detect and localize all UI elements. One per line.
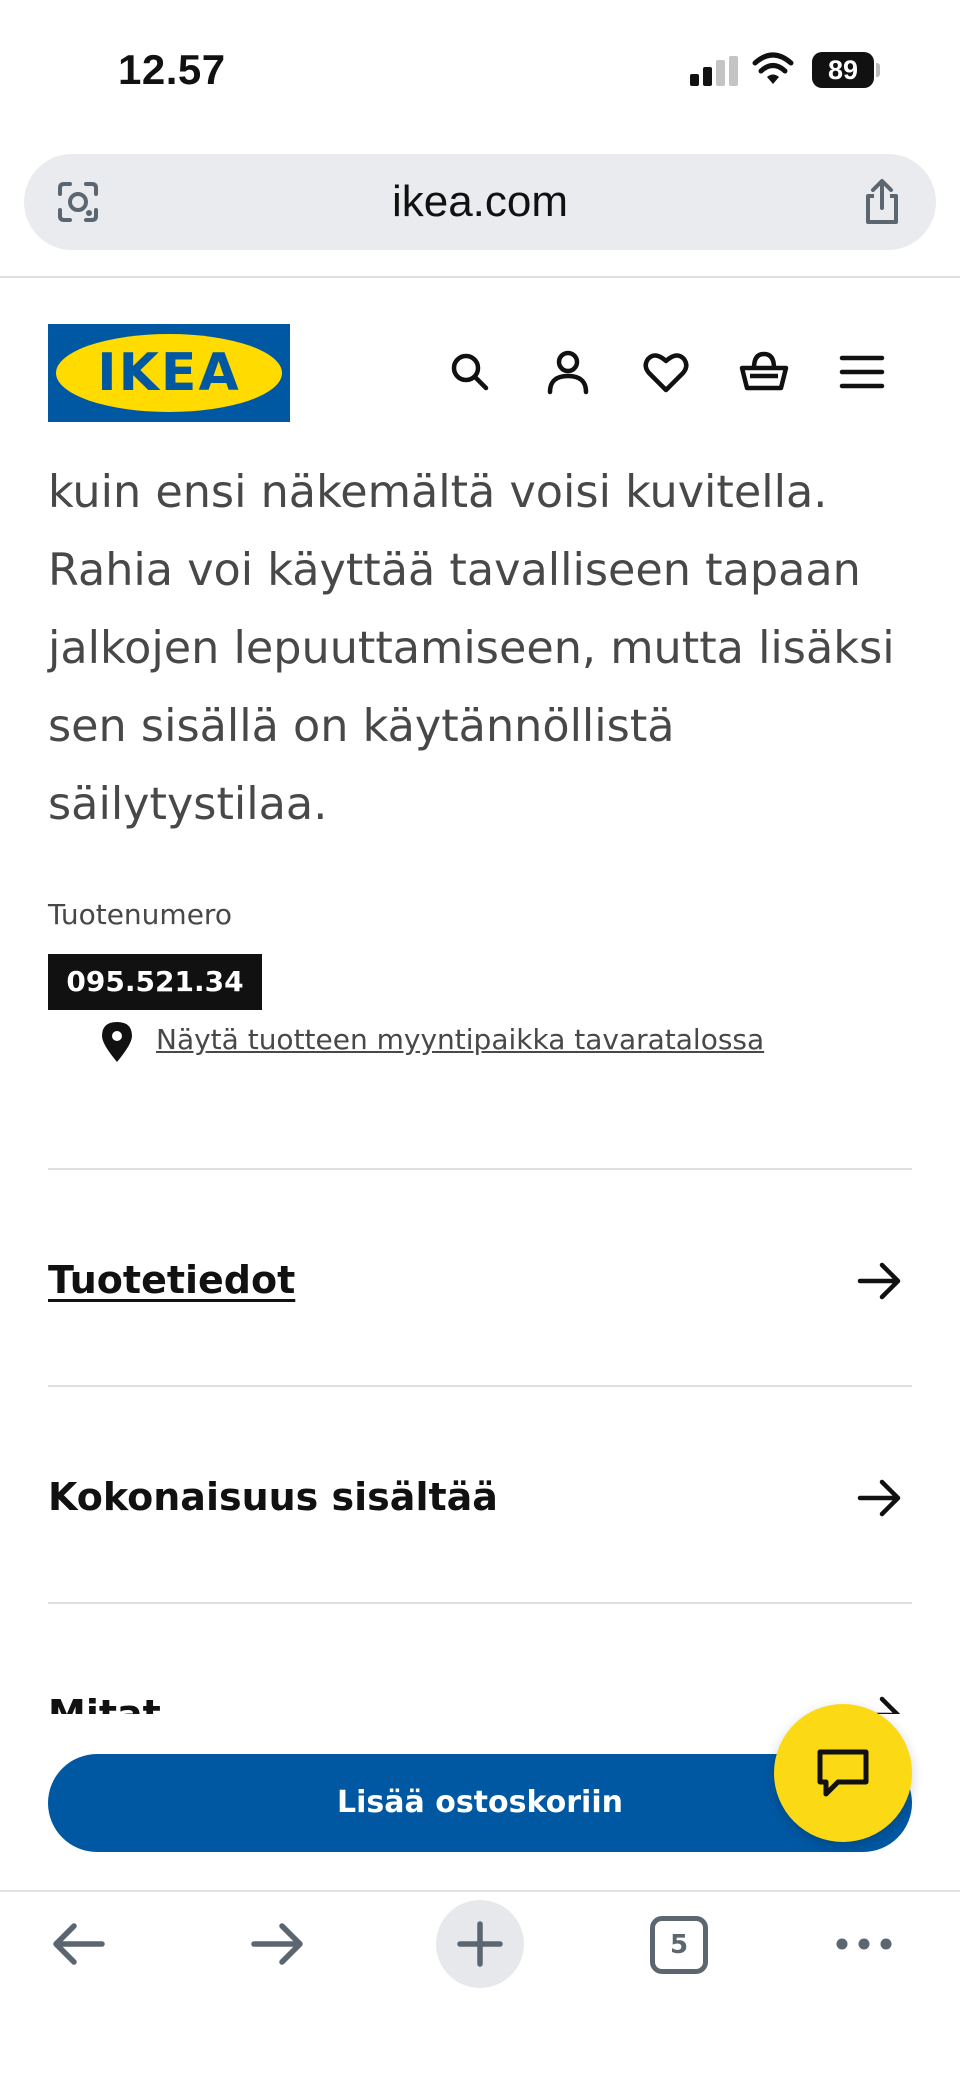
location-pin-icon [102,1022,132,1062]
accordion-label[interactable]: Mitat [48,1692,161,1714]
url-text[interactable]: ikea.com [24,154,936,250]
new-tab-button[interactable] [436,1900,524,1988]
browser-divider [0,276,960,278]
account-icon[interactable] [542,346,594,398]
product-number: 095.521.34 [48,954,262,1010]
address-bar[interactable]: ikea.com [24,154,936,250]
toolbar-divider [0,1890,960,1892]
plus-icon [457,1921,503,1967]
status-bar: 12.57 89 [0,0,960,140]
divider [48,1602,912,1604]
tabs-button[interactable]: 5 [650,1916,708,1974]
menu-icon[interactable] [836,346,888,398]
accordion-dimensions[interactable]: Mitat [48,1664,912,1714]
status-time: 12.57 [118,46,226,93]
forward-arrow-icon[interactable] [248,1914,308,1974]
divider [48,1385,912,1387]
accordion-label[interactable]: Kokonaisuus sisältää [48,1475,498,1519]
chat-icon [817,1749,869,1797]
heart-icon[interactable] [640,346,692,398]
share-icon[interactable] [858,178,906,226]
product-description: kuin ensi näkemältä voisi kuvitella. Rah… [48,467,895,830]
wifi-icon [752,52,794,84]
arrow-right-icon[interactable] [856,1477,904,1519]
battery-level: 89 [812,52,874,88]
accordion-label[interactable]: Tuotetiedot [48,1258,295,1302]
accordion-clip: Mitat [0,1620,960,1714]
divider [48,1168,912,1170]
shopping-basket-icon[interactable] [738,346,790,398]
search-icon[interactable] [444,346,496,398]
chat-button[interactable] [774,1704,912,1842]
back-arrow-icon[interactable] [48,1914,108,1974]
cellular-signal-icon [690,56,738,86]
store-location-link-text[interactable]: Näytä tuotteen myyntipaikka tavarataloss… [156,1020,764,1060]
accordion-package-contents[interactable]: Kokonaisuus sisältää [48,1447,912,1547]
battery-icon: 89 [812,52,880,88]
more-options-icon[interactable] [834,1914,894,1974]
product-number-label: Tuotenumero [48,898,232,931]
accordion-product-details[interactable]: Tuotetiedot [48,1230,912,1330]
ikea-logo[interactable]: IKEA [48,324,290,422]
logo-text: IKEA [97,343,241,403]
arrow-right-icon[interactable] [856,1260,904,1302]
